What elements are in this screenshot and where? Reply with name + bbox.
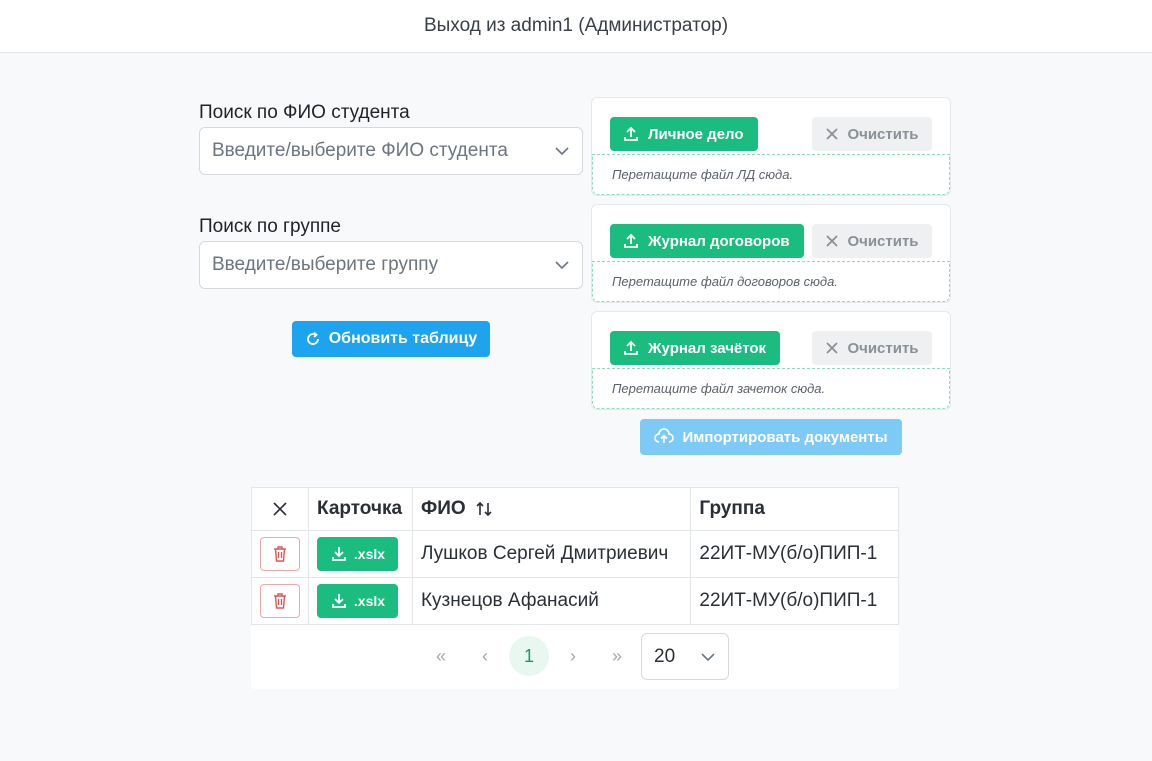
table-row: .xslx Кузнецов Афанасий 22ИТ-МУ(б/о)ПИП-… [251, 577, 899, 625]
import-documents-label: Импортировать документы [682, 428, 888, 446]
cloud-upload-icon [654, 428, 675, 443]
next-page-button[interactable]: › [553, 636, 593, 676]
row-actions-cell [251, 530, 309, 578]
first-page-button[interactable]: « [421, 636, 461, 676]
students-table-container: Карточка ФИО Группа .xslx Лушков Сергей … [251, 487, 899, 689]
table-row: .xslx Лушков Сергей Дмитриевич 22ИТ-МУ(б… [251, 530, 899, 578]
upload-icon [624, 233, 638, 248]
record-books-dropzone[interactable]: Перетащите файл зачеток сюда. [592, 368, 950, 409]
upload-record-books-label: Журнал зачёток [648, 339, 767, 357]
upload-record-books-button[interactable]: Журнал зачёток [610, 331, 781, 365]
last-page-button[interactable]: » [597, 636, 637, 676]
close-icon [826, 128, 839, 140]
upload-icon [624, 340, 638, 355]
trash-icon [274, 546, 286, 562]
logout-link[interactable]: Выход из admin1 (Администратор) [424, 15, 728, 37]
per-page-value: 20 [654, 645, 676, 667]
top-bar: Выход из admin1 (Администратор) [0, 0, 1152, 53]
clear-record-books-label: Очистить [847, 339, 919, 357]
download-xlsx-label: .xslx [353, 593, 386, 609]
clear-contracts-button[interactable]: Очистить [812, 224, 932, 258]
row-actions-cell [251, 577, 309, 625]
trash-icon [274, 593, 286, 609]
record-books-drop-hint: Перетащите файл зачеток сюда. [612, 381, 826, 396]
upload-personal-file-button[interactable]: Личное дело [610, 117, 758, 151]
upload-contracts-button[interactable]: Журнал договоров [610, 224, 804, 258]
prev-page-button[interactable]: ‹ [465, 636, 505, 676]
group-search-placeholder: Введите/выберите группу [212, 254, 439, 275]
download-icon [332, 594, 346, 608]
contracts-dropzone[interactable]: Перетащите файл договоров сюда. [592, 261, 950, 302]
close-icon [826, 342, 839, 354]
refresh-table-button[interactable]: Обновить таблицу [292, 321, 490, 357]
column-group: Группа [690, 487, 899, 531]
download-xlsx-button[interactable]: .xslx [317, 537, 398, 571]
row-fio-cell: Кузнецов Афанасий [411, 577, 692, 625]
pagination: « ‹ 1 › » 20 [251, 627, 899, 689]
student-search-placeholder: Введите/выберите ФИО студента [212, 140, 508, 161]
upload-card-personal-file: Личное дело Очистить Перетащите файл ЛД … [591, 97, 951, 196]
clear-selection-icon[interactable] [272, 501, 288, 517]
personal-file-dropzone[interactable]: Перетащите файл ЛД сюда. [592, 154, 950, 195]
column-card: Карточка [308, 487, 413, 531]
import-documents-button[interactable]: Импортировать документы [640, 419, 902, 455]
student-search-label: Поиск по ФИО студента [199, 102, 410, 123]
row-fio-cell: Лушков Сергей Дмитриевич [411, 530, 692, 578]
chevron-down-icon [555, 261, 569, 270]
upload-icon [624, 126, 638, 141]
page-button-current[interactable]: 1 [509, 636, 549, 676]
per-page-select[interactable]: 20 [641, 633, 729, 680]
clear-record-books-button[interactable]: Очистить [812, 331, 932, 365]
refresh-table-label: Обновить таблицу [328, 330, 478, 347]
row-card-cell: .xslx [308, 530, 413, 578]
student-search-select[interactable]: Введите/выберите ФИО студента [199, 127, 583, 175]
contracts-drop-hint: Перетащите файл договоров сюда. [612, 274, 838, 289]
download-xlsx-button[interactable]: .xslx [317, 584, 398, 618]
close-icon [826, 235, 839, 247]
clear-personal-file-label: Очистить [847, 125, 919, 143]
delete-row-button[interactable] [260, 584, 300, 618]
delete-row-button[interactable] [260, 537, 300, 571]
group-search-select[interactable]: Введите/выберите группу [199, 241, 583, 289]
column-select-all [251, 487, 309, 531]
chevron-down-icon [701, 652, 715, 661]
column-fio-label: ФИО [420, 498, 466, 519]
download-icon [332, 547, 346, 561]
download-xlsx-label: .xslx [353, 546, 386, 562]
personal-file-drop-hint: Перетащите файл ЛД сюда. [612, 167, 794, 182]
students-table: Карточка ФИО Группа .xslx Лушков Сергей … [251, 487, 899, 625]
table-header-row: Карточка ФИО Группа [251, 487, 899, 531]
clear-contracts-label: Очистить [847, 232, 919, 250]
upload-personal-file-label: Личное дело [648, 125, 744, 143]
upload-card-contracts: Журнал договоров Очистить Перетащите фай… [591, 204, 951, 303]
upload-contracts-label: Журнал договоров [648, 232, 790, 250]
row-card-cell: .xslx [308, 577, 413, 625]
column-fio[interactable]: ФИО [411, 487, 692, 531]
group-search-label: Поиск по группе [199, 216, 341, 237]
upload-card-record-books: Журнал зачёток Очистить Перетащите файл … [591, 311, 951, 410]
clear-personal-file-button[interactable]: Очистить [812, 117, 932, 151]
row-group-cell: 22ИТ-МУ(б/о)ПИП-1 [690, 577, 899, 625]
chevron-down-icon [555, 147, 569, 156]
sort-icon[interactable] [475, 500, 493, 518]
row-group-cell: 22ИТ-МУ(б/о)ПИП-1 [690, 530, 899, 578]
refresh-icon [306, 331, 319, 345]
